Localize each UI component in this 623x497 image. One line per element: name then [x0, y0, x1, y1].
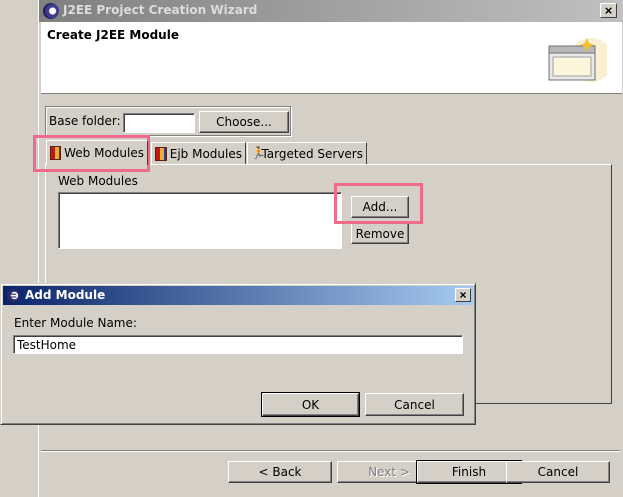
footer-separator [41, 450, 620, 452]
web-modules-list[interactable] [58, 192, 342, 249]
dialog-titlebar[interactable]: Add Module × [3, 286, 473, 305]
wizard-page-title: Create J2EE Module [47, 28, 179, 42]
module-name-label: Enter Module Name: [14, 316, 137, 330]
wizard-title: J2EE Project Creation Wizard [63, 3, 258, 17]
web-modules-icon [50, 146, 62, 160]
dialog-cancel-button[interactable]: Cancel [365, 393, 464, 416]
remove-button[interactable]: Remove [351, 223, 409, 244]
tab-ejb-modules[interactable]: Ejb Modules [151, 142, 246, 164]
add-button[interactable]: Add... [351, 196, 409, 218]
wizard-close-button[interactable]: × [600, 3, 617, 18]
choose-button[interactable]: Choose... [199, 111, 289, 133]
tab-targeted-servers[interactable]: Targeted Servers [247, 142, 367, 164]
tab-web-modules[interactable]: Web Modules [46, 140, 148, 165]
add-module-dialog: Add Module × Enter Module Name: OK Cance… [0, 283, 476, 425]
tab-ejb-modules-label: Ejb Modules [169, 146, 242, 161]
wizard-titlebar[interactable]: J2EE Project Creation Wizard × [39, 0, 623, 22]
eclipse-icon [6, 288, 21, 303]
base-folder-input[interactable] [123, 113, 195, 133]
tab-targeted-servers-label: Targeted Servers [261, 146, 363, 161]
base-folder-group: Base folder: Choose... [45, 106, 291, 136]
cancel-button[interactable]: Cancel [506, 461, 610, 483]
targeted-servers-icon [251, 146, 267, 161]
ok-button[interactable]: OK [261, 392, 360, 417]
dialog-close-button[interactable]: × [455, 288, 471, 302]
base-folder-label: Base folder: [49, 114, 121, 128]
dialog-title: Add Module [25, 288, 106, 302]
wizard-banner-icon [548, 38, 607, 82]
back-button[interactable]: < Back [228, 461, 332, 483]
module-name-input[interactable] [13, 335, 463, 354]
ejb-modules-icon [155, 146, 167, 161]
eclipse-icon [43, 3, 59, 19]
tab-web-modules-label: Web Modules [64, 146, 144, 160]
web-modules-label: Web Modules [58, 174, 138, 188]
wizard-header: Create J2EE Module [41, 22, 622, 94]
